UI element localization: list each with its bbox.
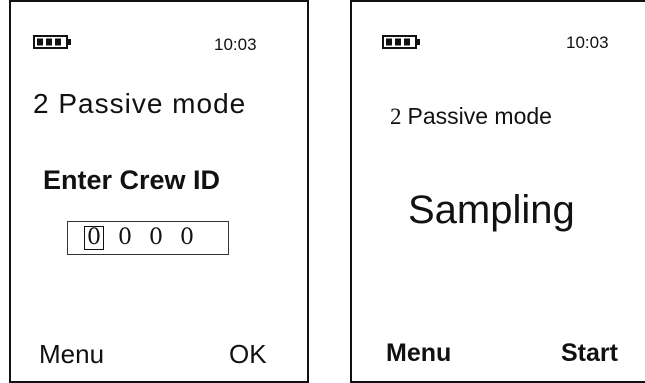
crew-id-digit-1[interactable]: 0: [84, 226, 104, 250]
crew-id-prompt: Enter Crew ID: [43, 165, 221, 195]
clock-time: 10:03: [566, 33, 609, 52]
mode-title: 2 Passive mode: [390, 103, 552, 130]
menu-softkey[interactable]: Menu: [386, 339, 451, 368]
mode-title: 2 Passive mode: [33, 88, 247, 119]
crew-id-input[interactable]: 0 0 0 0: [67, 221, 229, 255]
clock-time: 10:03: [214, 35, 257, 54]
crew-id-digit-3[interactable]: 0: [146, 226, 166, 250]
ok-softkey[interactable]: OK: [229, 339, 267, 370]
battery-icon: [33, 35, 71, 49]
crew-id-digit-2[interactable]: 0: [115, 226, 135, 250]
sampling-status: Sampling: [408, 188, 575, 232]
device-screens: 10:03 2 Passive mode Enter Crew ID 0 0 0…: [0, 0, 645, 383]
menu-softkey[interactable]: Menu: [39, 339, 104, 370]
crew-id-digit-4[interactable]: 0: [177, 226, 197, 250]
mode-label: Passive mode: [407, 103, 552, 129]
mode-number: 2: [390, 104, 402, 129]
battery-icon: [382, 35, 420, 49]
sampling-screen: 10:03 2 Passive mode Sampling Menu Start: [350, 0, 645, 383]
crew-id-screen: 10:03 2 Passive mode Enter Crew ID 0 0 0…: [9, 0, 309, 383]
start-softkey[interactable]: Start: [561, 339, 618, 368]
